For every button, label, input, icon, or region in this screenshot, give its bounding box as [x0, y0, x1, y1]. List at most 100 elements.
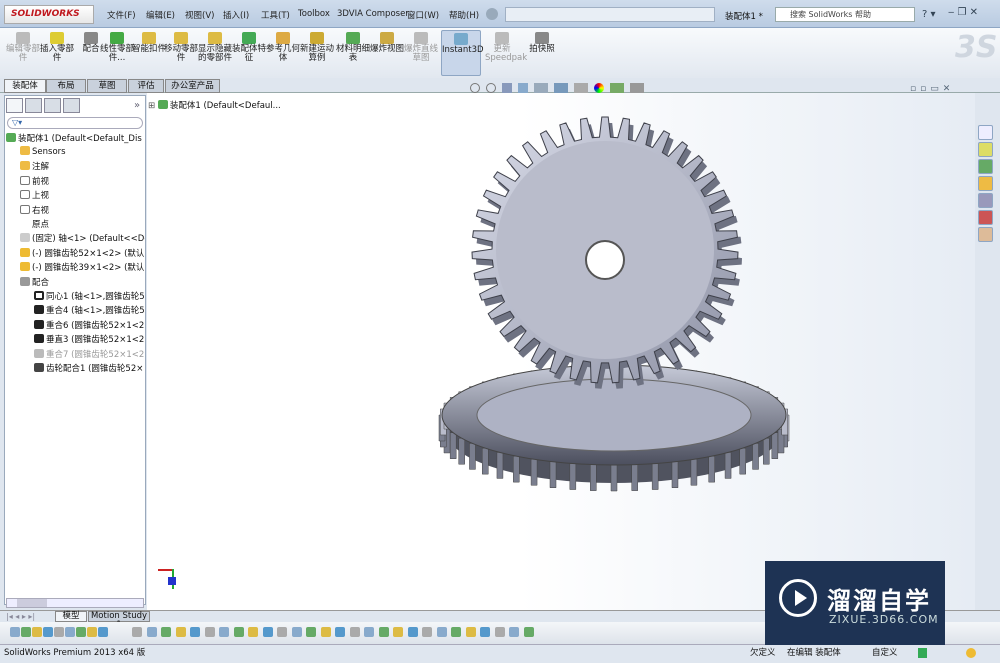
tree-item[interactable]: 齿轮配合1 (圆锥齿轮52×	[34, 362, 145, 374]
tree-item[interactable]: 重合7 (圆锥齿轮52×1<2	[34, 348, 145, 360]
selection-filter-icon[interactable]	[436, 627, 447, 637]
selection-filter-icon[interactable]	[190, 627, 200, 637]
tree-item[interactable]: (-) 圆锥齿轮39×1<2> (默认	[20, 261, 145, 273]
tree-item[interactable]: 原点	[20, 218, 145, 230]
selection-filter-icon[interactable]	[233, 627, 244, 637]
selection-filter-icon[interactable]	[76, 627, 86, 637]
tree-item[interactable]: 上视	[20, 189, 145, 201]
panel-horizontal-scrollbar[interactable]	[6, 598, 144, 608]
selection-filter-icon[interactable]	[262, 627, 273, 637]
selection-filter-icon[interactable]	[175, 627, 186, 637]
task-pane-button[interactable]	[978, 159, 993, 174]
task-pane-button[interactable]	[978, 125, 993, 140]
toolbar-button[interactable]: 材料明细表	[336, 30, 370, 76]
selection-filter-icon[interactable]	[65, 627, 75, 637]
menu-item[interactable]: 视图(V)	[185, 9, 214, 21]
gear-model[interactable]	[147, 93, 975, 610]
toolbar-button[interactable]: 更新Speedpak	[485, 30, 527, 76]
toolbar-button[interactable]: Instant3D	[441, 30, 484, 76]
selection-filter-icon[interactable]	[523, 627, 534, 637]
view-settings-icon[interactable]	[630, 83, 644, 93]
feature-tree-tab-icon[interactable]	[6, 98, 23, 113]
display-style-icon[interactable]	[554, 83, 568, 93]
task-pane-button[interactable]	[978, 176, 993, 191]
menu-item[interactable]: 插入(I)	[223, 9, 249, 21]
appearance-tab-icon[interactable]	[63, 98, 80, 113]
menu-item[interactable]: 工具(T)	[261, 9, 290, 21]
menu-item[interactable]: 窗口(W)	[407, 9, 439, 21]
view-orientation-icon[interactable]	[534, 83, 548, 93]
selection-filter-icon[interactable]	[54, 627, 64, 637]
tree-item[interactable]: Sensors	[20, 146, 145, 157]
help-icon[interactable]: ? ▾	[922, 9, 936, 20]
selection-filter-icon[interactable]	[132, 627, 142, 637]
selection-filter-icon[interactable]	[32, 627, 42, 637]
graphics-viewport[interactable]	[147, 93, 975, 610]
filter-input[interactable]: ▽▾	[7, 117, 143, 129]
toolbar-button[interactable]: 爆炸视图	[370, 30, 404, 76]
toolbar-button[interactable]: 插入零部件	[40, 30, 74, 76]
selection-filter-icon[interactable]	[378, 627, 389, 637]
selection-filter-icon[interactable]	[320, 627, 331, 637]
viewport-window-controls[interactable]: ▫▫▭✕	[910, 84, 954, 94]
tab-motion-study[interactable]: Motion Study 1	[88, 611, 150, 630]
selection-filter-icon[interactable]	[480, 627, 490, 637]
selection-filter-icon[interactable]	[422, 627, 432, 637]
tree-item[interactable]: 配合	[20, 276, 145, 288]
selection-filter-icon[interactable]	[364, 627, 374, 637]
selection-filter-icon[interactable]	[98, 627, 108, 637]
selection-filter-icon[interactable]	[349, 627, 360, 637]
selection-filter-icon[interactable]	[87, 627, 97, 637]
task-pane-button[interactable]	[978, 227, 993, 242]
window-controls[interactable]: ‒ ❐ ✕	[948, 7, 978, 18]
selection-filter-icon[interactable]	[10, 627, 20, 637]
hide-show-icon[interactable]	[574, 83, 588, 93]
toolbar-button[interactable]: 显示隐藏的零部件	[198, 30, 232, 76]
toolbar-button[interactable]: 爆炸直线草图	[404, 30, 438, 76]
tab-item[interactable]: 办公室产品	[165, 79, 220, 93]
expand-panel-icon[interactable]: »	[134, 100, 140, 111]
tab-item[interactable]: 布局	[46, 79, 86, 93]
menu-item[interactable]: Toolbox	[298, 9, 330, 19]
task-pane-button[interactable]	[978, 210, 993, 225]
selection-filter-icon[interactable]	[219, 627, 229, 637]
viewport-tree-root[interactable]: ⊞ 装配体1 (Default<Defaul...	[148, 99, 281, 111]
search-input[interactable]: 搜索 SolidWorks 帮助	[775, 7, 915, 22]
selection-filter-icon[interactable]	[161, 627, 171, 637]
configuration-tab-icon[interactable]	[44, 98, 61, 113]
selection-filter-icon[interactable]	[248, 627, 258, 637]
appearance-icon[interactable]	[594, 83, 604, 93]
selection-filter-icon[interactable]	[146, 627, 157, 637]
selection-filter-icon[interactable]	[451, 627, 461, 637]
menu-item[interactable]: 3DVIA Composer	[337, 9, 409, 19]
previous-view-icon[interactable]	[502, 83, 512, 93]
zoom-area-icon[interactable]	[486, 83, 496, 93]
tree-item[interactable]: 垂直3 (圆锥齿轮52×1<2	[34, 333, 145, 345]
selection-filter-icon[interactable]	[43, 627, 53, 637]
toolbar-button[interactable]: 移动零部件	[164, 30, 198, 76]
help-status-icon[interactable]	[918, 648, 927, 658]
tree-item[interactable]: 前视	[20, 175, 145, 187]
tab-item[interactable]: 评估	[128, 79, 164, 93]
task-pane-button[interactable]	[978, 193, 993, 208]
selection-filter-icon[interactable]	[306, 627, 316, 637]
selection-filter-icon[interactable]	[291, 627, 302, 637]
menu-item[interactable]: 帮助(H)	[449, 9, 479, 21]
tree-item[interactable]: 同心1 (轴<1>,圆锥齿轮5	[34, 290, 145, 302]
tab-model[interactable]: 模型	[55, 611, 87, 622]
selection-filter-icon[interactable]	[465, 627, 476, 637]
selection-filter-icon[interactable]	[393, 627, 403, 637]
scene-icon[interactable]	[610, 83, 624, 93]
menu-item[interactable]: 文件(F)	[107, 9, 136, 21]
selection-filter-icon[interactable]	[335, 627, 345, 637]
selection-filter-icon[interactable]	[407, 627, 418, 637]
menu-item[interactable]: 编辑(E)	[146, 9, 175, 21]
tab-item[interactable]: 装配体	[4, 79, 46, 93]
toolbar-button[interactable]: 新建运动算例	[300, 30, 334, 76]
toolbar-button[interactable]: 智能扣件	[132, 30, 166, 76]
property-manager-tab-icon[interactable]	[25, 98, 42, 113]
tree-root[interactable]: 装配体1 (Default<Default_Dis	[6, 132, 145, 144]
rebuild-icon[interactable]	[966, 648, 976, 658]
tab-item[interactable]: 草图	[87, 79, 127, 93]
task-pane-button[interactable]	[978, 142, 993, 157]
